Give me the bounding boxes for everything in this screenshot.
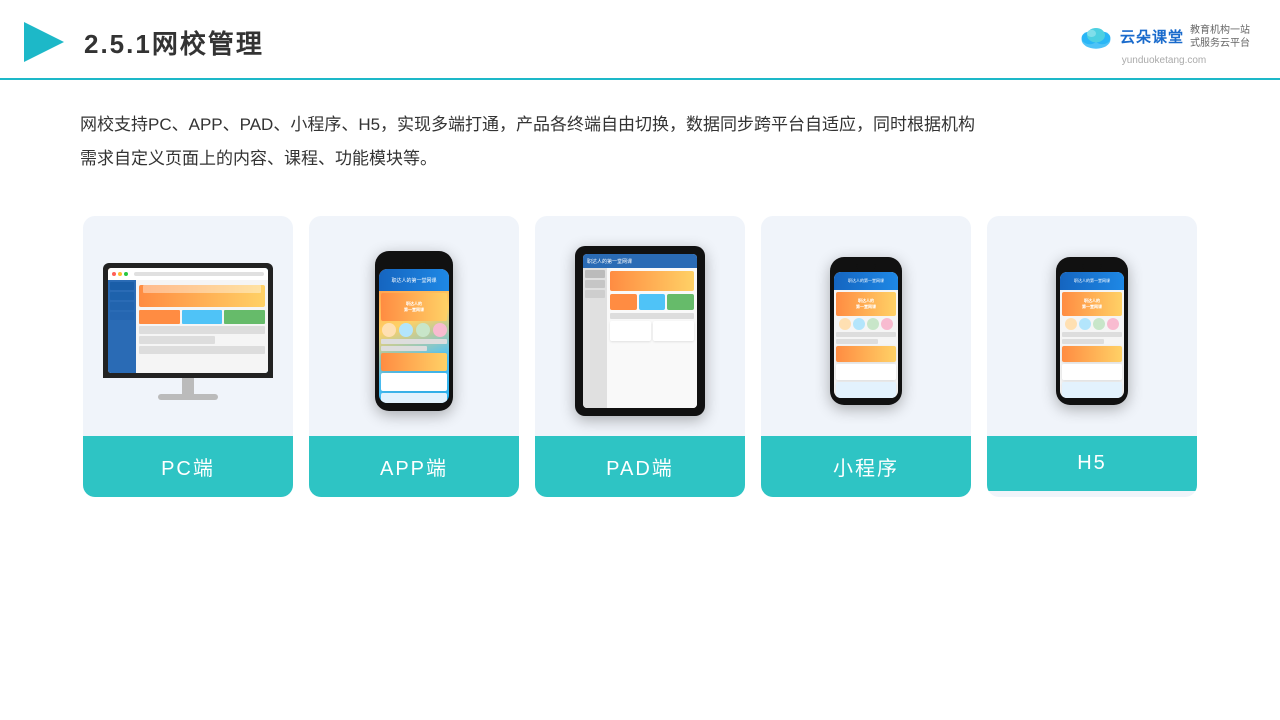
phone-mockup-app: 职达人的第一堂网课 职达人的第一堂网课 xyxy=(375,251,453,411)
page-title: 2.5.1网校管理 xyxy=(84,24,264,61)
description-line2: 需求自定义页面上的内容、课程、功能模块等。 xyxy=(80,142,1200,176)
description-line1: 网校支持PC、APP、PAD、小程序、H5，实现多端打通，产品各终端自由切换，数… xyxy=(80,108,1200,142)
card-image-miniprogram: 职达人的第一堂网课 职达人的第一堂网课 xyxy=(761,216,971,436)
card-image-pad: 职达人的第一堂网课 xyxy=(535,216,745,436)
card-label-pad: PAD端 xyxy=(535,436,745,497)
card-h5: 职达人的第一堂网课 职达人的第一堂网课 xyxy=(987,216,1197,497)
mini-phone-miniprogram: 职达人的第一堂网课 职达人的第一堂网课 xyxy=(830,257,902,405)
pc-monitor-icon xyxy=(103,263,273,400)
mini-phone-h5: 职达人的第一堂网课 职达人的第一堂网课 xyxy=(1056,257,1128,405)
logo-text: 云朵课堂 xyxy=(1120,26,1184,47)
card-image-pc xyxy=(83,216,293,436)
description-section: 网校支持PC、APP、PAD、小程序、H5，实现多端打通，产品各终端自由切换，数… xyxy=(0,80,1280,186)
card-pad: 职达人的第一堂网课 xyxy=(535,216,745,497)
header-left: 2.5.1网校管理 xyxy=(20,18,264,66)
card-label-pc: PC端 xyxy=(83,436,293,497)
card-miniprogram: 职达人的第一堂网课 职达人的第一堂网课 xyxy=(761,216,971,497)
header: 2.5.1网校管理 云朵课堂 教育机构一站 式服务云平台 yunduoketan… xyxy=(0,0,1280,80)
platform-cards: PC端 职达人的第一堂网课 职达人的第一堂网课 xyxy=(0,186,1280,527)
logo: 云朵课堂 教育机构一站 式服务云平台 yunduoketang.com xyxy=(1078,19,1250,66)
card-image-app: 职达人的第一堂网课 职达人的第一堂网课 xyxy=(309,216,519,436)
card-label-h5: H5 xyxy=(987,436,1197,491)
card-label-miniprogram: 小程序 xyxy=(761,436,971,497)
card-pc: PC端 xyxy=(83,216,293,497)
logo-url: yunduoketang.com xyxy=(1122,55,1207,66)
card-label-app: APP端 xyxy=(309,436,519,497)
card-app: 职达人的第一堂网课 职达人的第一堂网课 xyxy=(309,216,519,497)
cloud-icon xyxy=(1078,19,1114,55)
tablet-mockup-pad: 职达人的第一堂网课 xyxy=(575,246,705,416)
card-image-h5: 职达人的第一堂网课 职达人的第一堂网课 xyxy=(987,216,1197,436)
play-icon xyxy=(20,18,68,66)
